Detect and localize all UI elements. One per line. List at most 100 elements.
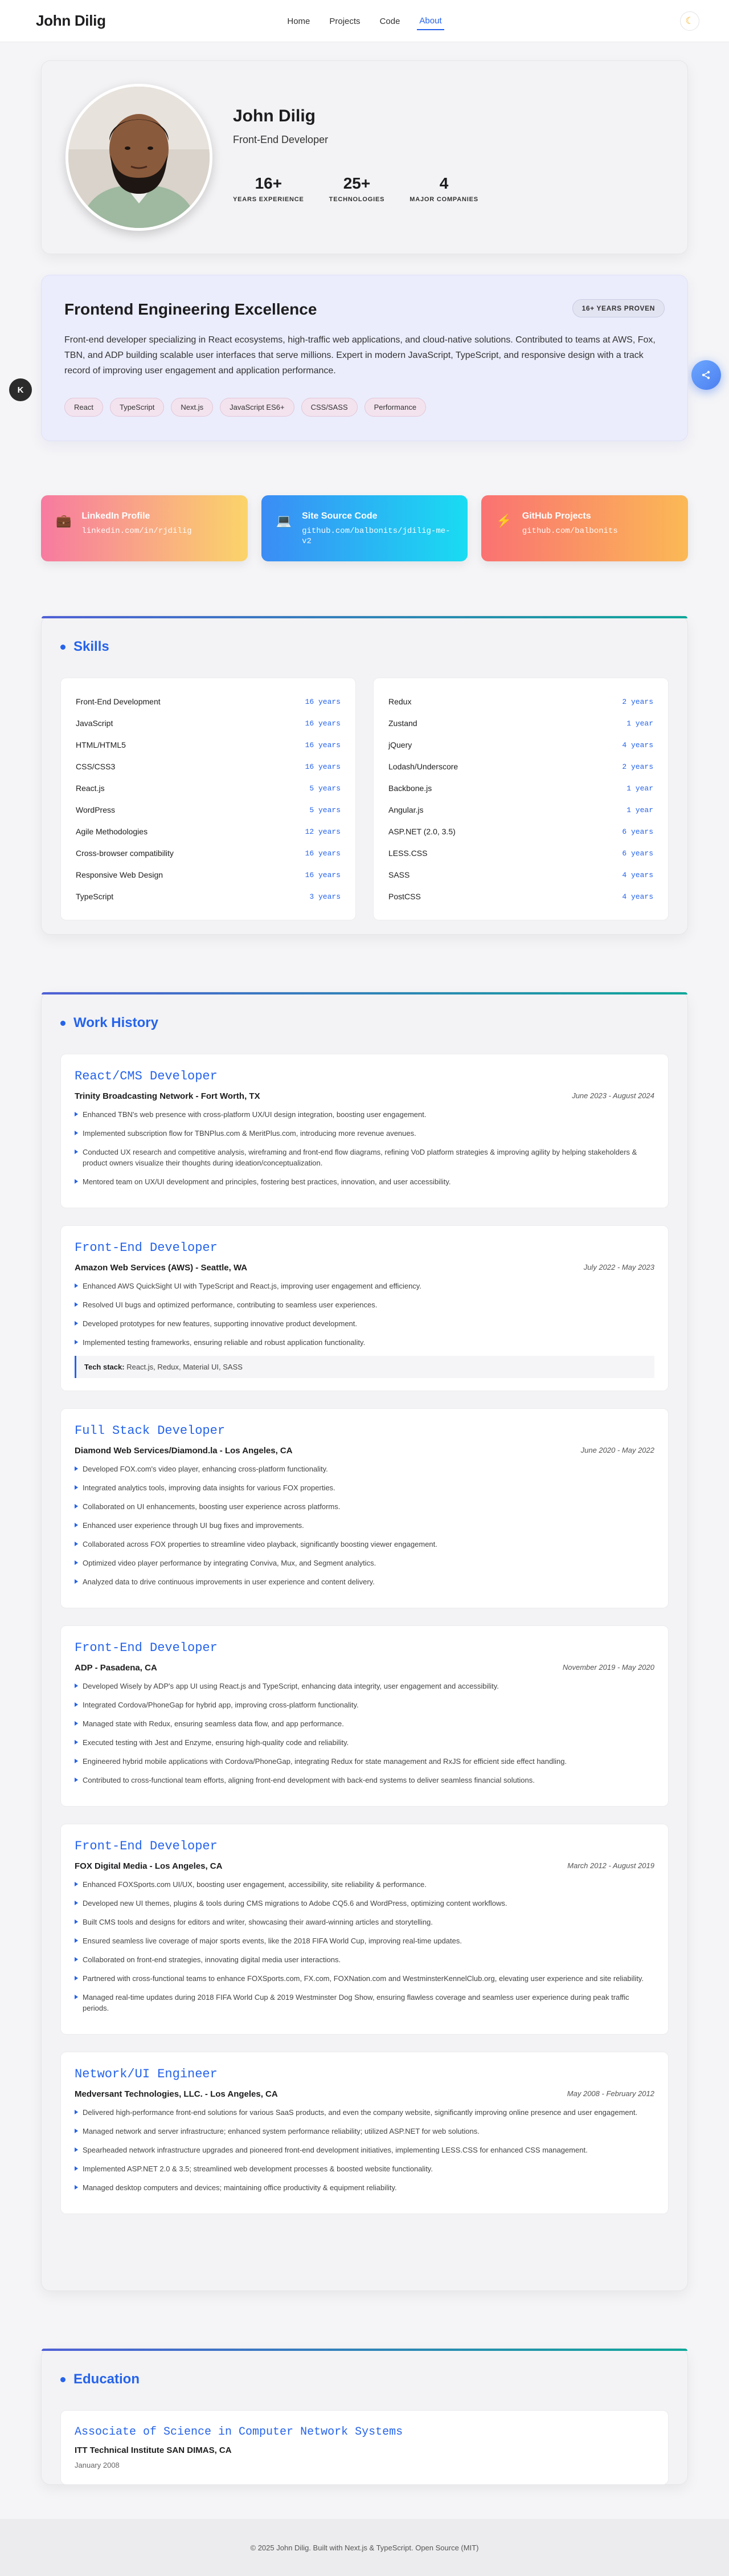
list-item: Developed FOX.com's video player, enhanc… [75, 1464, 654, 1474]
chip-typescript: TypeScript [109, 398, 165, 417]
link-url: linkedin.com/in/rjdilig [81, 527, 192, 536]
list-item: Integrated Cordova/PhoneGap for hybrid a… [75, 1699, 654, 1710]
tech-stack: Tech stack: React.js, Redux, Material UI… [75, 1356, 654, 1378]
list-item: Managed desktop computers and devices; m… [75, 2182, 654, 2193]
skill-years: 16 years [305, 697, 341, 706]
list-item: Developed prototypes for new features, s… [75, 1318, 654, 1329]
list-item: Collaborated on UI enhancements, boostin… [75, 1501, 654, 1512]
education-section: Education Associate of Science in Comput… [41, 2348, 688, 2485]
skill-row: jQuery 4 years [388, 734, 653, 756]
job-company: Trinity Broadcasting Network - Fort Wort… [75, 1091, 260, 1101]
lightning-icon: ⚡ [496, 513, 512, 528]
education-title: Education [73, 2371, 140, 2387]
stat-technologies: 25+ TECHNOLOGIES [329, 174, 385, 203]
list-item: Executed testing with Jest and Enzyme, e… [75, 1737, 654, 1748]
skill-row: Backbone.js 1 year [388, 777, 653, 799]
job-card: React/CMS Developer Trinity Broadcasting … [60, 1054, 669, 1208]
skill-name: Responsive Web Design [76, 870, 163, 879]
list-item: Resolved UI bugs and optimized performan… [75, 1299, 654, 1310]
education-date: January 2008 [75, 2461, 120, 2469]
theme-toggle-button[interactable]: ☾ [680, 11, 699, 31]
skill-years: 2 years [622, 762, 653, 771]
job-dates: June 2020 - May 2022 [580, 1446, 654, 1454]
skill-row: TypeScript 3 years [76, 886, 341, 907]
job-bullets: Delivered high-performance front-end sol… [75, 2107, 654, 2193]
list-item: Optimized video player performance by in… [75, 1558, 654, 1568]
list-item: Enhanced user experience through UI bug … [75, 1520, 654, 1531]
brand-name[interactable]: John Dilig [36, 12, 106, 30]
job-bullets: Enhanced FOXSports.com UI/UX, boosting u… [75, 1879, 654, 2013]
skill-name: SASS [388, 870, 410, 879]
chip-css-sass: CSS/SASS [301, 398, 358, 417]
footer-text: © 2025 John Dilig. Built with Next.js & … [250, 2543, 479, 2552]
list-item: Developed Wisely by ADP's app UI using R… [75, 1681, 654, 1691]
list-item: Managed network and server infrastructur… [75, 2126, 654, 2137]
share-icon [702, 370, 710, 380]
list-item: Partnered with cross-functional teams to… [75, 1973, 654, 1984]
job-meta: ADP - Pasadena, CA November 2019 - May 20… [75, 1663, 654, 1673]
skill-name: Redux [388, 697, 412, 706]
list-item: Implemented ASP.NET 2.0 & 3.5; streamlin… [75, 2163, 654, 2174]
skill-name: LESS.CSS [388, 849, 428, 858]
nav-link-projects[interactable]: Projects [327, 13, 362, 30]
side-k-button[interactable]: K [9, 378, 32, 401]
github-card[interactable]: ⚡ GitHub Projects github.com/balbonits [481, 495, 689, 561]
skill-years: 1 year [626, 784, 653, 793]
skill-row: React.js 5 years [76, 777, 341, 799]
nav-link-code[interactable]: Code [378, 13, 403, 30]
skill-years: 16 years [305, 740, 341, 749]
job-bullets: Enhanced AWS QuickSight UI with TypeScri… [75, 1281, 654, 1348]
tech-stack-label: Tech stack: [84, 1363, 125, 1371]
list-item: Implemented subscription flow for TBNPlu… [75, 1128, 654, 1139]
skill-years: 2 years [622, 697, 653, 706]
skill-years: 4 years [622, 740, 653, 749]
skill-row: CSS/CSS3 16 years [76, 756, 341, 777]
stat-label: YEARS EXPERIENCE [233, 196, 304, 203]
skill-name: HTML/HTML5 [76, 740, 126, 749]
stat-label: TECHNOLOGIES [329, 196, 385, 203]
chip-nextjs: Next.js [171, 398, 214, 417]
list-item: Collaborated across FOX properties to st… [75, 1539, 654, 1550]
skill-row: WordPress 5 years [76, 799, 341, 821]
section-heading: Education [60, 2371, 669, 2387]
job-title: Full Stack Developer [75, 1424, 226, 1438]
list-item: Conducted UX research and competitive an… [75, 1147, 654, 1168]
skill-row: Responsive Web Design 16 years [76, 864, 341, 886]
job-company: Diamond Web Services/Diamond.la - Los An… [75, 1446, 293, 1456]
laptop-icon: 💻 [276, 513, 292, 528]
skill-name: JavaScript [76, 719, 113, 728]
share-button[interactable] [691, 360, 721, 390]
list-item: Mentored team on UX/UI development and p… [75, 1176, 654, 1187]
job-dates: March 2012 - August 2019 [567, 1861, 654, 1870]
job-meta: Medversant Technologies, LLC. - Los Ange… [75, 2089, 654, 2099]
list-item: Ensured seamless live coverage of major … [75, 1935, 654, 1946]
stat-value: 16+ [255, 174, 282, 192]
job-dates: July 2022 - May 2023 [583, 1263, 654, 1271]
skill-name: Zustand [388, 719, 417, 728]
skill-row: JavaScript 16 years [76, 712, 341, 734]
skill-years: 12 years [305, 827, 341, 836]
link-url: github.com/balbonits/jdilig-me-v2 [302, 527, 450, 546]
nav-link-about[interactable]: About [417, 13, 444, 30]
job-meta: FOX Digital Media - Los Angeles, CA March… [75, 1861, 654, 1871]
skill-name: jQuery [388, 740, 412, 749]
skill-name: Front-End Development [76, 697, 161, 706]
skill-row: Lodash/Underscore 2 years [388, 756, 653, 777]
source-code-card[interactable]: 💻 Site Source Code github.com/balbonits/… [261, 495, 468, 561]
list-item: Collaborated on front-end strategies, in… [75, 1954, 654, 1965]
linkedin-card[interactable]: 💼 LinkedIn Profile linkedin.com/in/rjdil… [41, 495, 248, 561]
excellence-text: Front-end developer specializing in Reac… [64, 335, 656, 376]
skill-name: CSS/CSS3 [76, 762, 116, 771]
job-card: Front-End Developer FOX Digital Media - L… [60, 1824, 669, 2035]
job-company: Medversant Technologies, LLC. - Los Ange… [75, 2089, 278, 2099]
top-nav: John Dilig Home Projects Code About ☾ [0, 0, 729, 42]
job-card: Front-End Developer Amazon Web Services (… [60, 1225, 669, 1391]
skill-years: 16 years [305, 870, 341, 879]
link-url: github.com/balbonits [522, 527, 618, 536]
link-cards: 💼 LinkedIn Profile linkedin.com/in/rjdil… [41, 495, 689, 561]
list-item: Integrated analytics tools, improving da… [75, 1482, 654, 1493]
skill-name: PostCSS [388, 892, 421, 901]
profile-name: John Dilig [233, 107, 316, 125]
bullet-dot [60, 644, 65, 650]
nav-link-home[interactable]: Home [285, 13, 312, 30]
